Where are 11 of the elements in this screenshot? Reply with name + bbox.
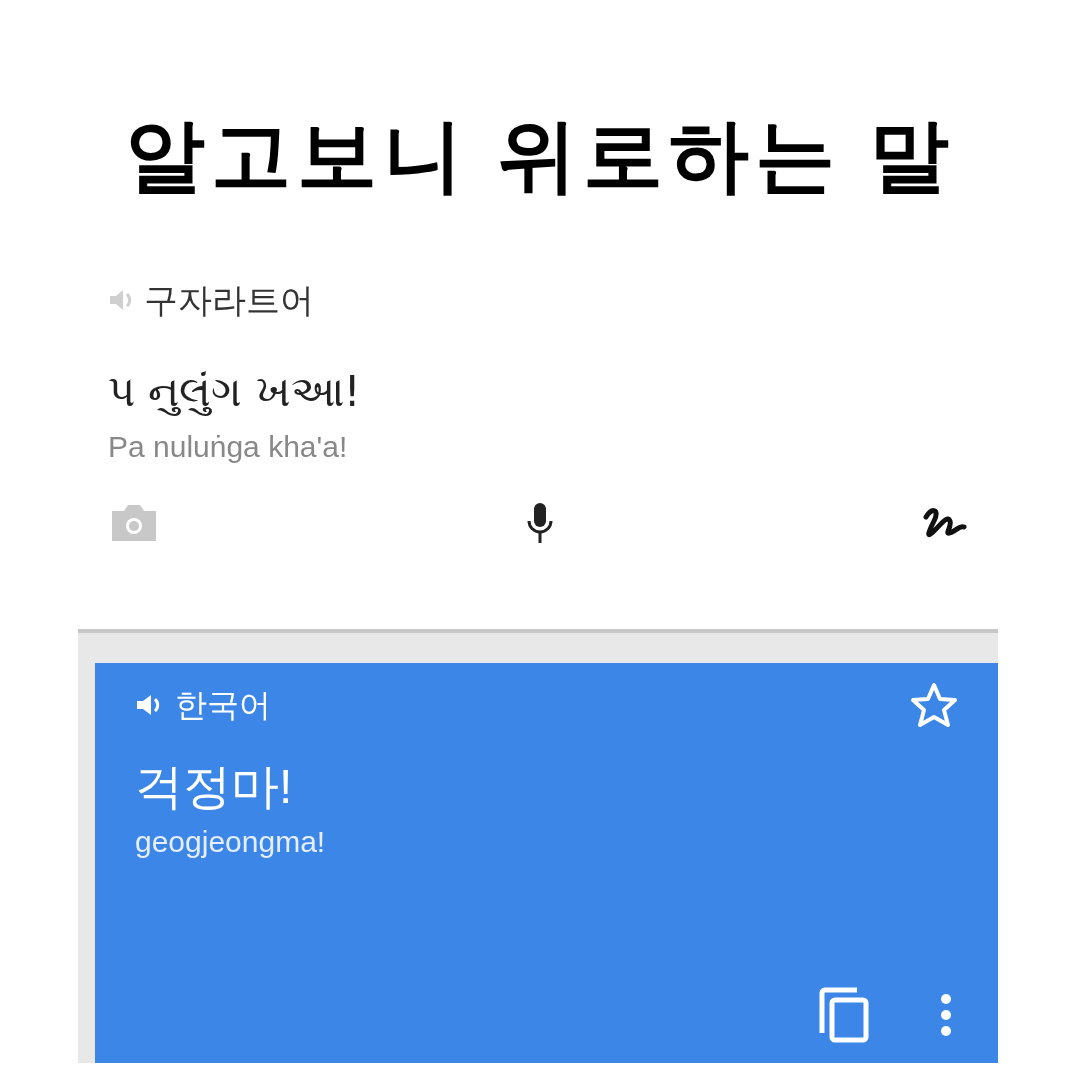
star-icon[interactable]: [910, 682, 958, 728]
source-text: પ નુલુંગ ખઆ!: [108, 366, 362, 418]
translated-text: 걱정마!: [135, 759, 294, 815]
copy-icon[interactable]: [818, 987, 870, 1043]
translated-transliteration: geogjeongma!: [135, 824, 327, 860]
target-language[interactable]: 한국어: [175, 681, 271, 729]
microphone-icon[interactable]: [525, 501, 555, 545]
source-transliteration: Pa nuluṅga kha'a!: [108, 429, 349, 465]
headline: 알고보니 위로하는 말: [124, 110, 956, 202]
source-language[interactable]: 구자라트어: [144, 274, 314, 326]
more-options-icon[interactable]: [940, 993, 952, 1037]
